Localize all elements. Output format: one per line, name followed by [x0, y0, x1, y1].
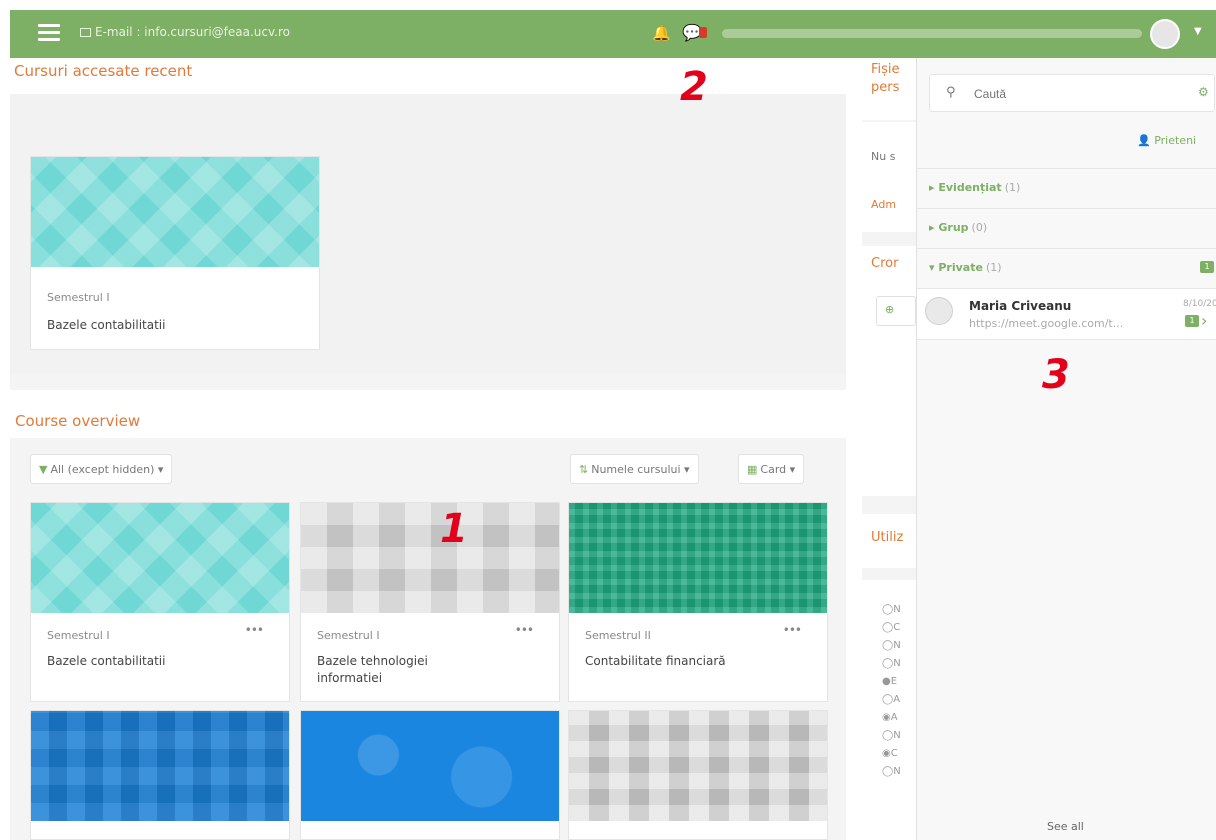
course-image[interactable] [569, 711, 827, 821]
recent-courses-header: Cursuri accesate recent [10, 58, 846, 94]
contact-name: Maria Criveanu [969, 299, 1072, 313]
course-semester: Semestrul I [47, 291, 110, 304]
private-files-text: Nu s [871, 150, 896, 163]
online-users-header: Utiliz [862, 514, 916, 568]
course-semester: Semestrul I [317, 629, 380, 642]
section-group[interactable]: ▸ Grup (0) [917, 208, 1216, 246]
online-user[interactable]: ◯N [882, 766, 901, 777]
online-user[interactable]: ◉C [882, 748, 898, 759]
sort-icon: ⇅ [579, 463, 589, 476]
course-image[interactable] [569, 503, 827, 613]
grid-icon: ▦ [747, 463, 758, 476]
messages-badge [699, 27, 707, 38]
online-user[interactable]: ◯A [882, 694, 900, 705]
gear-icon[interactable]: ⚙ [1198, 85, 1209, 99]
course-card[interactable]: Semestrul I ••• Bazele contabilitatii [30, 502, 290, 702]
course-name[interactable]: Bazele tehnologiei informatiei [317, 653, 487, 687]
course-semester: Semestrul II [585, 629, 651, 642]
calendar-button[interactable]: ⊕ [876, 296, 916, 326]
online-user[interactable]: ◯N [882, 658, 901, 669]
contact-email[interactable]: E-mail : info.cursuri@feaa.ucv.ro [80, 25, 290, 39]
private-count-badge: 1 [1200, 261, 1214, 273]
user-icon: 👤 [1137, 134, 1151, 147]
filter-icon: ▼ [39, 463, 48, 476]
online-user[interactable]: ●E [882, 676, 897, 687]
course-menu-icon[interactable]: ••• [245, 623, 264, 637]
recent-courses-area: Semestrul I Bazele contabilitatii [10, 94, 846, 374]
course-overview-body: ▼ All (except hidden) ▾ ⇅ Numele cursului … [10, 438, 846, 840]
course-overview-header: Course overview [10, 390, 846, 438]
menu-icon[interactable] [38, 24, 60, 42]
user-name-redacted [722, 29, 1142, 38]
private-files-title-2: pers [871, 80, 900, 95]
course-card[interactable]: Semestrul II ••• Contabilitate financiar… [568, 502, 828, 702]
course-menu-icon[interactable]: ••• [515, 623, 534, 637]
search-icon: ⚲ [946, 85, 956, 100]
chevron-right-icon[interactable]: › [1201, 311, 1207, 330]
private-files-title: Fișie [871, 62, 900, 77]
calendar-block: Cror ⊕ [862, 246, 916, 496]
recent-course-card[interactable]: Semestrul I Bazele contabilitatii [30, 156, 320, 350]
message-date: 8/10/20 [1183, 299, 1216, 309]
notifications-bell-icon[interactable]: 🔔 [652, 24, 671, 42]
course-image[interactable] [301, 711, 559, 821]
sort-dropdown[interactable]: ⇅ Numele cursului ▾ [570, 454, 699, 484]
annotation-2: 2 [680, 64, 708, 110]
section-private[interactable]: ▾ Private (1) 1 [917, 248, 1216, 286]
course-card[interactable] [30, 710, 290, 840]
manage-files-link[interactable]: Adm [871, 198, 896, 211]
course-image[interactable] [31, 503, 289, 613]
course-card[interactable]: Semestrul I ••• Bazele tehnologiei infor… [300, 502, 560, 702]
top-navbar: E-mail : info.cursuri@feaa.ucv.ro 🔔 💬 ▼ [10, 10, 1216, 58]
course-menu-icon[interactable]: ••• [783, 623, 802, 637]
calendar-title: Cror [871, 256, 899, 271]
online-user[interactable]: ◯C [882, 622, 900, 633]
envelope-icon [80, 28, 91, 37]
course-name[interactable]: Bazele contabilitatii [47, 317, 165, 334]
course-overview-title: Course overview [15, 412, 141, 430]
user-avatar[interactable] [1150, 19, 1180, 49]
online-user[interactable]: ◯N [882, 604, 901, 615]
recent-courses-title: Cursuri accesate recent [14, 62, 193, 80]
annotation-3: 3 [1042, 352, 1070, 398]
message-search-box[interactable]: ⚲ ⚙ [929, 74, 1215, 112]
private-files-block-header: Fișie pers [862, 58, 916, 120]
online-users-title: Utiliz [871, 530, 904, 545]
plus-circle-icon: ⊕ [885, 303, 895, 316]
course-image[interactable] [31, 711, 289, 821]
message-search-input[interactable] [974, 84, 1174, 104]
course-image[interactable] [301, 503, 559, 613]
chevron-down-icon[interactable]: ▼ [1194, 26, 1202, 37]
course-card[interactable] [568, 710, 828, 840]
course-name[interactable]: Bazele contabilitatii [47, 653, 165, 670]
online-users-list: ◯N ◯C ◯N ◯N ●E ◯A ◉A ◯N ◉C ◯N [862, 580, 916, 840]
view-dropdown[interactable]: ▦ Card ▾ [738, 454, 805, 484]
unread-badge: 1 [1185, 315, 1199, 327]
message-preview: https://meet.google.com/t... [969, 317, 1124, 330]
messaging-drawer: ⚲ ⚙ 👤 Prieteni ▸ Evidențiat(1) ▸ Grup(0)… [916, 58, 1216, 840]
online-user[interactable]: ◉A [882, 712, 898, 723]
course-card[interactable] [300, 710, 560, 840]
online-user[interactable]: ◯N [882, 730, 901, 741]
friends-link[interactable]: 👤 Prieteni [1137, 134, 1196, 147]
conversation-item[interactable]: Maria Criveanu https://meet.google.com/t… [917, 288, 1216, 340]
course-image[interactable] [31, 157, 319, 267]
course-semester: Semestrul I [47, 629, 110, 642]
course-name[interactable]: Contabilitate financiară [585, 653, 726, 670]
private-files-block: Nu s Adm [862, 122, 916, 232]
online-user[interactable]: ◯N [882, 640, 901, 651]
annotation-1: 1 [440, 506, 468, 552]
filter-dropdown[interactable]: ▼ All (except hidden) ▾ [30, 454, 173, 484]
section-starred[interactable]: ▸ Evidențiat (1) [917, 168, 1216, 206]
see-all-link[interactable]: See all [1047, 820, 1084, 833]
contact-avatar [925, 297, 953, 325]
